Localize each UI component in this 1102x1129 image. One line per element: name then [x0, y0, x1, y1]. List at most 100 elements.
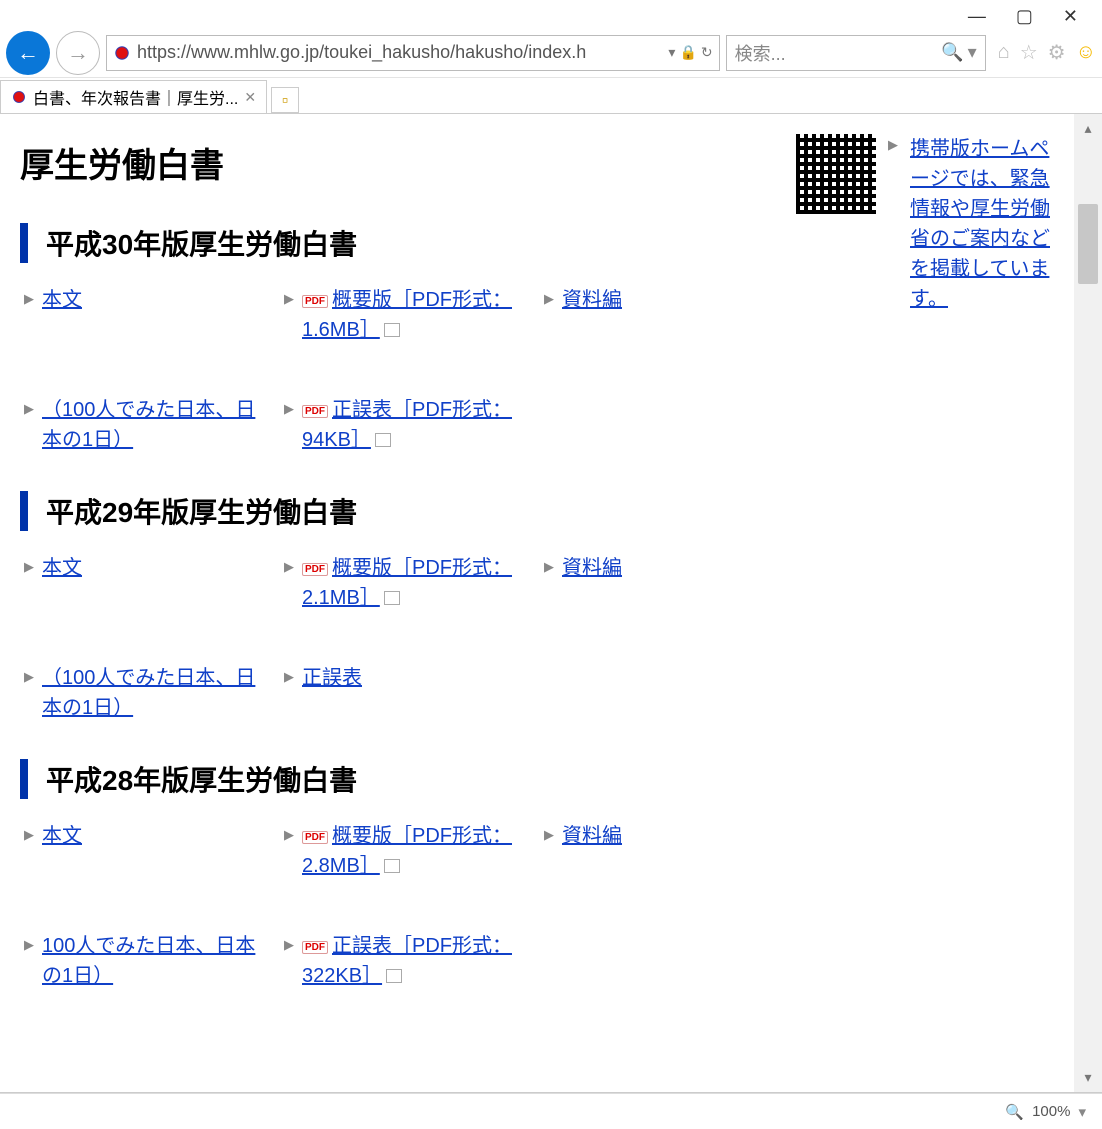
triangle-icon: ▶	[284, 937, 294, 953]
search-placeholder: 検索...	[735, 40, 942, 66]
list-item: ▶ PDF概要版［PDF形式：2.1MB］	[284, 553, 524, 613]
site-favicon	[113, 44, 131, 62]
pdf-icon: PDF	[302, 831, 328, 844]
section-heading: 平成28年版厚生労働白書	[20, 759, 1044, 799]
new-window-icon	[386, 325, 400, 337]
list-item: ▶ PDF概要版［PDF形式：1.6MB］	[284, 285, 524, 345]
qr-code	[796, 134, 876, 214]
new-window-icon	[386, 593, 400, 605]
url-text: https://www.mhlw.go.jp/toukei_hakusho/ha…	[137, 42, 664, 63]
vertical-scrollbar[interactable]: ▴ ▾	[1074, 114, 1102, 1092]
triangle-icon: ▶	[24, 291, 34, 307]
triangle-icon: ▶	[24, 937, 34, 953]
content-link[interactable]: 正誤表［PDF形式：94KB］	[302, 399, 512, 451]
sidebar-mobile-link: ▶ 携帯版ホームページでは、緊急情報や厚生労働省のご案内などを掲載しています。	[796, 134, 1056, 314]
search-bar[interactable]: 検索... 🔍 ▾	[726, 35, 986, 71]
list-item: ▶ 資料編	[544, 553, 784, 613]
content-link[interactable]: 正誤表	[302, 667, 362, 689]
pdf-icon: PDF	[302, 563, 328, 576]
triangle-icon: ▶	[24, 559, 34, 575]
active-tab[interactable]: 白書、年次報告書｜厚生労... ✕	[0, 80, 267, 113]
content-link[interactable]: 100人でみた日本、日本の1日）	[42, 935, 255, 987]
home-icon[interactable]: ⌂	[998, 41, 1010, 64]
list-item: ▶ 正誤表	[284, 663, 524, 723]
search-dropdown-icon[interactable]: ▾	[968, 42, 977, 63]
zoom-level: 100%	[1032, 1103, 1070, 1120]
scroll-up-icon[interactable]: ▴	[1084, 120, 1091, 137]
close-window-button[interactable]: ✕	[1063, 6, 1078, 27]
tab-strip: 白書、年次報告書｜厚生労... ✕ ▫	[0, 78, 1102, 114]
tab-title: 白書、年次報告書｜厚生労...	[33, 85, 238, 109]
content-link[interactable]: 概要版［PDF形式：1.6MB］	[302, 289, 512, 341]
content-link[interactable]: 本文	[42, 825, 82, 847]
refresh-icon[interactable]: ↻	[701, 44, 713, 61]
close-tab-icon[interactable]: ✕	[244, 89, 256, 106]
maximize-button[interactable]: ▢	[1016, 6, 1033, 27]
new-window-icon	[377, 435, 391, 447]
list-item: ▶ 資料編	[544, 821, 784, 881]
triangle-icon: ▶	[284, 559, 294, 575]
back-button[interactable]: ←	[6, 31, 50, 75]
triangle-icon: ▶	[24, 401, 34, 417]
content-link[interactable]: 概要版［PDF形式：2.1MB］	[302, 557, 512, 609]
list-item: ▶ 100人でみた日本、日本の1日）	[24, 931, 264, 991]
triangle-icon: ▶	[544, 559, 554, 575]
content-link[interactable]: 資料編	[562, 557, 622, 579]
triangle-icon: ▶	[544, 291, 554, 307]
new-window-icon	[386, 861, 400, 873]
new-window-icon	[388, 971, 402, 983]
zoom-icon[interactable]: 🔍	[1005, 1103, 1024, 1121]
pdf-icon: PDF	[302, 405, 328, 418]
list-item: ▶ PDF正誤表［PDF形式：94KB］	[284, 395, 524, 455]
list-item: ▶ 本文	[24, 285, 264, 345]
content-link[interactable]: 本文	[42, 289, 82, 311]
list-item: ▶ 本文	[24, 553, 264, 613]
content-link[interactable]: （100人でみた日本、日本の1日）	[42, 399, 255, 451]
new-tab-button[interactable]: ▫	[271, 87, 299, 113]
content-link[interactable]: 資料編	[562, 825, 622, 847]
link-grid: ▶ 本文 ▶ PDF概要版［PDF形式：2.1MB］ ▶ 資料編 ▶ （100人でみた日本、日…	[24, 553, 1044, 723]
scroll-thumb[interactable]	[1078, 204, 1098, 284]
address-bar[interactable]: https://www.mhlw.go.jp/toukei_hakusho/ha…	[106, 35, 720, 71]
mobile-site-link[interactable]: 携帯版ホームページでは、緊急情報や厚生労働省のご案内などを掲載しています。	[910, 134, 1056, 314]
triangle-icon: ▶	[544, 827, 554, 843]
dropdown-icon[interactable]: ▾	[668, 44, 675, 61]
pdf-icon: PDF	[302, 941, 328, 954]
content-link[interactable]: 概要版［PDF形式：2.8MB］	[302, 825, 512, 877]
list-item: ▶ （100人でみた日本、日本の1日）	[24, 395, 264, 455]
list-item: ▶ （100人でみた日本、日本の1日）	[24, 663, 264, 723]
favorites-icon[interactable]: ☆	[1020, 40, 1038, 65]
zoom-dropdown-icon[interactable]: ▾	[1078, 1103, 1086, 1121]
section-heading: 平成29年版厚生労働白書	[20, 491, 1044, 531]
link-grid: ▶本文▶PDF概要版［PDF形式：2.8MB］▶資料編▶100人でみた日本、日本…	[24, 821, 1044, 991]
content-link[interactable]: （100人でみた日本、日本の1日）	[42, 667, 255, 719]
list-item	[544, 931, 784, 991]
lock-icon: 🔒	[679, 44, 696, 61]
triangle-icon: ▶	[284, 669, 294, 685]
list-item: ▶ 本文	[24, 821, 264, 881]
content-link[interactable]: 本文	[42, 557, 82, 579]
list-item	[544, 663, 784, 723]
tab-favicon	[11, 89, 27, 105]
minimize-button[interactable]: —	[968, 6, 986, 27]
list-item: ▶ PDF概要版［PDF形式：2.8MB］	[284, 821, 524, 881]
content-link[interactable]: 正誤表［PDF形式：322KB］	[302, 935, 512, 987]
triangle-icon: ▶	[284, 401, 294, 417]
list-item: ▶ PDF正誤表［PDF形式：322KB］	[284, 931, 524, 991]
feedback-icon[interactable]: ☺	[1076, 41, 1096, 64]
triangle-icon: ▶	[24, 827, 34, 843]
scroll-down-icon[interactable]: ▾	[1084, 1069, 1091, 1086]
list-item: ▶ 資料編	[544, 285, 784, 345]
browser-toolbar: ← → https://www.mhlw.go.jp/toukei_hakush…	[0, 0, 1102, 78]
list-item	[544, 395, 784, 455]
search-icon[interactable]: 🔍	[941, 42, 963, 63]
triangle-icon: ▶	[284, 291, 294, 307]
pdf-icon: PDF	[302, 295, 328, 308]
forward-button[interactable]: →	[56, 31, 100, 75]
content-link[interactable]: 資料編	[562, 289, 622, 311]
status-bar: 🔍 100% ▾	[0, 1093, 1102, 1129]
settings-icon[interactable]: ⚙	[1048, 40, 1066, 65]
triangle-icon: ▶	[284, 827, 294, 843]
triangle-icon: ▶	[888, 137, 898, 153]
triangle-icon: ▶	[24, 669, 34, 685]
